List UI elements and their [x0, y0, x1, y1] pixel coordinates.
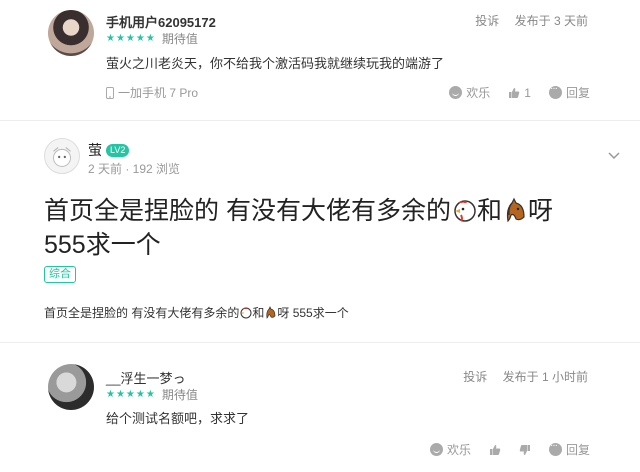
device-info: 一加手机 7 Pro	[106, 84, 198, 101]
reply-label: 回复	[565, 443, 590, 457]
rating-row: ★★★★★ 期待值	[106, 30, 198, 47]
comment-text: 萤火之川老炎天，你不给我个激活码我就继续玩我的端游了	[106, 56, 445, 71]
happy-button[interactable]: 欢乐	[429, 441, 471, 458]
horse-emoji-icon	[506, 197, 525, 223]
reply-button[interactable]: 回复	[548, 440, 590, 458]
dislike-button[interactable]	[519, 444, 531, 456]
thumb-up-icon	[509, 87, 520, 98]
posted-time: 发布于 3 天前	[514, 14, 588, 28]
post-body: 首页全是捏脸的 有没有大佬有多余的和呀 555求一个	[44, 304, 349, 321]
reply-icon	[548, 83, 562, 99]
comment-username[interactable]: __浮生一梦っ	[106, 368, 185, 387]
comment-username[interactable]: 手机用户62095172	[106, 12, 216, 31]
happy-label: 欢乐	[466, 86, 491, 100]
rating-label: 期待值	[161, 388, 198, 402]
post-title-line2: 555求一个	[44, 231, 161, 259]
chicken-emoji-icon	[454, 200, 476, 222]
post-meta: 2 天前 · 192 浏览	[88, 162, 181, 176]
report-button[interactable]: 投诉	[475, 14, 499, 28]
category-tag[interactable]: 综合	[44, 266, 76, 283]
post-body-end: 呀 555求一个	[277, 306, 349, 320]
post-body-text: 首页全是捏脸的 有没有大佬有多余的	[44, 306, 240, 320]
horse-emoji-icon	[266, 306, 276, 319]
level-badge: LV2	[106, 144, 130, 157]
comment-meta: 投诉 发布于 3 天前	[463, 12, 588, 29]
smile-icon	[429, 443, 443, 456]
reply-icon	[548, 440, 562, 456]
comment-text: 给个测试名额吧，求求了	[106, 411, 250, 426]
divider	[0, 120, 640, 121]
divider	[0, 342, 640, 343]
avatar[interactable]	[48, 364, 94, 410]
avatar[interactable]	[48, 10, 94, 56]
chicken-emoji-icon	[240, 307, 252, 319]
phone-icon	[106, 86, 114, 99]
reply-button[interactable]: 回复	[548, 83, 590, 101]
rating-stars: ★★★★★	[106, 33, 156, 44]
rating-row: ★★★★★ 期待值	[106, 386, 198, 403]
thumb-down-icon	[519, 444, 530, 455]
post-title-and: 和	[476, 197, 502, 225]
posted-time: 发布于 1 小时前	[502, 370, 588, 384]
comment-meta: 投诉 发布于 1 小时前	[451, 368, 588, 385]
rating-label: 期待值	[161, 32, 198, 46]
device-name: 一加手机 7 Pro	[118, 86, 199, 100]
smile-icon	[449, 86, 463, 99]
post-author-name: 萤	[88, 142, 102, 158]
like-button[interactable]: 1	[508, 86, 531, 100]
report-button[interactable]: 投诉	[463, 370, 487, 384]
avatar[interactable]	[44, 138, 80, 174]
chevron-down-icon[interactable]	[608, 152, 620, 160]
thumb-up-icon	[489, 444, 501, 455]
reply-label: 回复	[565, 86, 590, 100]
comment-actions: 欢乐 回复	[412, 440, 590, 458]
like-count: 1	[524, 85, 531, 100]
post-body-and: 和	[252, 306, 265, 320]
post-title-end: 呀	[527, 197, 553, 225]
comment-actions: 欢乐 1 回复	[431, 83, 590, 101]
post-title-text: 首页全是捏脸的 有没有大佬有多余的	[44, 197, 451, 225]
post-title: 首页全是捏脸的 有没有大佬有多余的和呀	[44, 194, 624, 228]
happy-button[interactable]: 欢乐	[449, 84, 490, 101]
post-author[interactable]: 萤 LV2	[88, 140, 130, 160]
happy-label: 欢乐	[446, 443, 471, 457]
like-button[interactable]	[489, 444, 501, 456]
avatar-illustration	[53, 147, 71, 167]
rating-stars: ★★★★★	[106, 389, 156, 400]
